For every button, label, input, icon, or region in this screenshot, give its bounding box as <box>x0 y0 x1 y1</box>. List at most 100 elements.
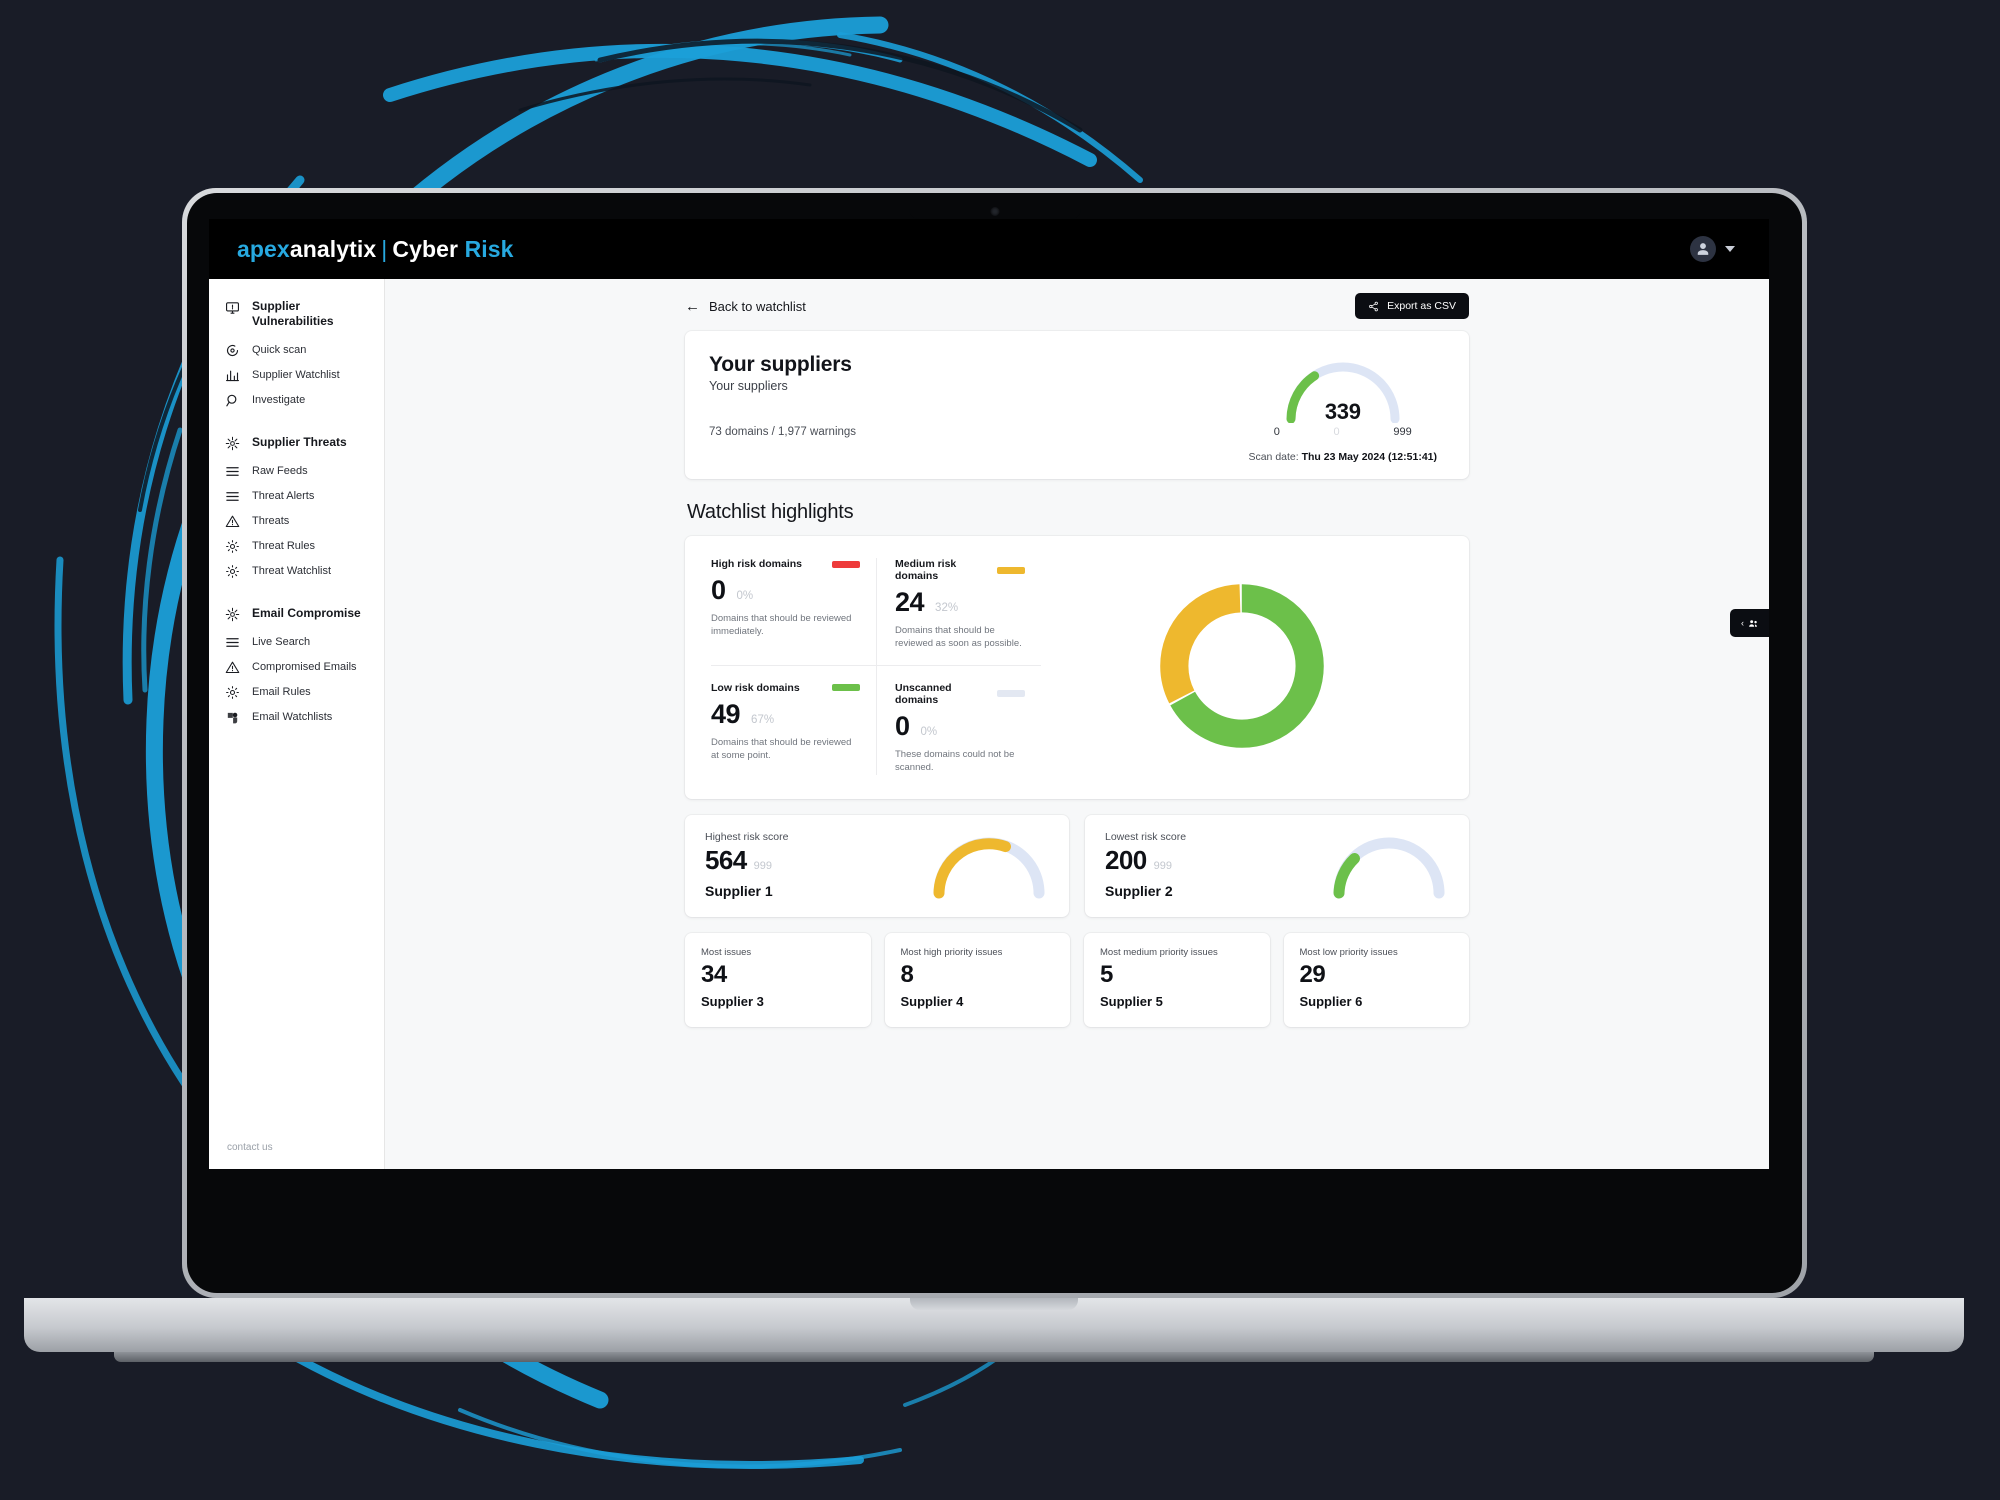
contact-us-link[interactable]: contact us <box>227 1142 273 1153</box>
chart-bars-icon <box>225 368 241 383</box>
sidebar-item-label: Supplier Watchlist <box>252 369 340 382</box>
sidebar-item-threat-watchlist[interactable]: Threat Watchlist <box>209 559 384 584</box>
sidebar-group-label: Supplier Threats <box>252 434 347 449</box>
issue-card-value: 29 <box>1299 960 1326 988</box>
laptop-mockup: apexanalytix | Cyber Risk Supplier Vulne… <box>182 188 1807 1298</box>
sidebar-group-label: Supplier Vulnerabilities <box>252 299 334 329</box>
sidebar-item-threat-alerts[interactable]: Threat Alerts <box>209 484 384 509</box>
score-card-label: Highest risk score <box>705 830 789 843</box>
main-toolbar: ← Back to watchlist Export as CSV <box>685 293 1469 319</box>
app-topbar: apexanalytix | Cyber Risk <box>209 219 1769 279</box>
sidebar-item-label: Live Search <box>252 636 311 649</box>
user-menu[interactable] <box>1690 236 1735 262</box>
vulnerability-icon <box>225 300 241 315</box>
color-swatch-medium-risk <box>997 566 1025 574</box>
scan-date-value: Thu 23 May 2024 (12:51:41) <box>1301 451 1437 463</box>
sidebar-group-email-compromise: Email Compromise Live Search Compromised… <box>209 604 384 730</box>
issue-card-label: Most high priority issues <box>900 946 1003 958</box>
sidebar-item-compromised-emails[interactable]: Compromised Emails <box>209 655 384 680</box>
laptop-screen-bezel: apexanalytix | Cyber Risk Supplier Vulne… <box>187 193 1802 1293</box>
score-card-max: 999 <box>753 859 772 872</box>
highlight-value: 49 <box>711 698 741 729</box>
avatar[interactable] <box>1690 236 1716 262</box>
sidebar-group-title-supplier-vulnerabilities[interactable]: Supplier Vulnerabilities <box>209 297 384 338</box>
gauge-max: 999 <box>1393 426 1412 438</box>
export-as-csv-button[interactable]: Export as CSV <box>1355 293 1469 319</box>
list-icon <box>225 464 241 479</box>
back-to-watchlist-link[interactable]: ← Back to watchlist <box>685 299 806 314</box>
warning-triangle-icon <box>225 514 241 529</box>
overall-risk-score: 339 <box>1324 399 1361 424</box>
chevron-left-icon: ‹ <box>1741 618 1744 628</box>
highlight-percent: 0% <box>920 725 938 738</box>
main-content: ← Back to watchlist Export as CSV Your s… <box>385 279 1769 1169</box>
highlight-label: Low risk domains <box>711 681 800 694</box>
brand-logo: apexanalytix | Cyber Risk <box>237 236 514 263</box>
most-high-priority-issues-card: Most high priority issues 8 Supplier 4 <box>884 932 1070 1027</box>
page-title: Your suppliers <box>709 353 852 376</box>
back-label: Back to watchlist <box>709 298 806 314</box>
laptop-base <box>24 1298 1964 1362</box>
sidebar-item-supplier-watchlist[interactable]: Supplier Watchlist <box>209 363 384 388</box>
sidebar-item-label: Quick scan <box>252 344 307 357</box>
watchlist-icon <box>225 710 241 725</box>
score-card-supplier: Supplier 1 <box>705 882 773 899</box>
brand-risk: Risk <box>464 235 514 262</box>
highlight-label: Unscanned domains <box>895 681 952 706</box>
sidebar-group-title-supplier-threats[interactable]: Supplier Threats <box>209 433 384 459</box>
sidebar-item-live-search[interactable]: Live Search <box>209 630 384 655</box>
risk-donut-chart <box>1041 558 1443 775</box>
sidebar-item-label: Threat Alerts <box>252 490 315 503</box>
score-card-max: 999 <box>1153 859 1172 872</box>
sidebar-group-title-email-compromise[interactable]: Email Compromise <box>209 604 384 630</box>
sidebar-item-email-watchlists[interactable]: Email Watchlists <box>209 705 384 730</box>
highlight-label: High risk domains <box>711 558 803 570</box>
highlight-description: Domains that should be reviewed immediat… <box>711 613 852 638</box>
laptop-lid: apexanalytix | Cyber Risk Supplier Vulne… <box>182 188 1807 1298</box>
page-subtitle: Your suppliers <box>709 379 788 393</box>
sidebar: Supplier Vulnerabilities Quick scan Supp… <box>209 279 385 1169</box>
issue-cards-row: Most issues 34 Supplier 3 Most high prio… <box>685 932 1469 1027</box>
issue-card-supplier: Supplier 5 <box>1100 993 1163 1009</box>
gear-icon <box>225 685 241 700</box>
highlight-cell-high-risk: High risk domains 0 0% Domains that shou… <box>711 558 876 665</box>
color-swatch-unscanned <box>997 690 1025 698</box>
list-icon <box>225 489 241 504</box>
issue-card-value: 34 <box>701 960 727 988</box>
chevron-down-icon[interactable] <box>1725 246 1735 252</box>
highlight-value: 0 <box>711 575 726 605</box>
sidebar-item-threats[interactable]: Threats <box>209 509 384 534</box>
issue-card-label: Most low priority issues <box>1299 946 1398 958</box>
user-icon <box>1697 243 1709 255</box>
gauge-mid: 0 <box>1333 426 1340 438</box>
sidebar-item-label: Email Watchlists <box>252 711 333 724</box>
issue-card-label: Most issues <box>701 946 752 958</box>
sidebar-group-supplier-threats: Supplier Threats Raw Feeds Threat Alerts… <box>209 433 384 584</box>
supplier-summary-card: Your suppliers Your suppliers 73 domains… <box>685 331 1469 479</box>
laptop-base-notch <box>910 1298 1078 1310</box>
sidebar-item-label: Threat Rules <box>252 540 315 553</box>
search-icon <box>225 393 241 408</box>
issue-card-supplier: Supplier 4 <box>900 993 964 1009</box>
highlight-cell-unscanned: Unscanned domains 0 0% These domains cou… <box>876 664 1041 775</box>
highlight-cell-low-risk: Low risk domains 49 67% Domains that sho… <box>711 664 876 775</box>
overall-risk-gauge: 339 <box>1279 351 1407 424</box>
warning-triangle-icon <box>225 660 241 675</box>
gear-icon <box>225 564 241 579</box>
sidebar-item-email-rules[interactable]: Email Rules <box>209 680 384 705</box>
issue-card-supplier: Supplier 6 <box>1299 993 1363 1009</box>
sidebar-item-investigate[interactable]: Investigate <box>209 388 384 413</box>
sidebar-item-threat-rules[interactable]: Threat Rules <box>209 534 384 559</box>
share-icon <box>1369 301 1378 311</box>
score-card-supplier: Supplier 2 <box>1105 882 1173 899</box>
sidebar-item-raw-feeds[interactable]: Raw Feeds <box>209 459 384 484</box>
collapse-panel-tab[interactable]: ‹ <box>1730 609 1769 637</box>
color-swatch-low-risk <box>832 684 860 692</box>
sidebar-item-quick-scan[interactable]: Quick scan <box>209 338 384 363</box>
quick-scan-icon <box>225 343 241 358</box>
issue-card-value: 8 <box>900 960 914 988</box>
people-icon <box>1749 619 1757 627</box>
app-body: Supplier Vulnerabilities Quick scan Supp… <box>209 279 1769 1169</box>
sidebar-item-label: Threats <box>252 515 290 528</box>
risk-breakdown-legend: High risk domains 0 0% Domains that shou… <box>711 558 1041 775</box>
